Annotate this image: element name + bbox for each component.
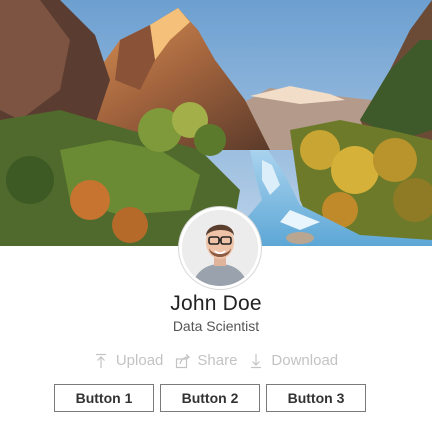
avatar	[179, 207, 261, 289]
share-icon	[175, 353, 191, 369]
button-row: Button 1 Button 2 Button 3	[54, 384, 378, 412]
upload-icon	[94, 353, 108, 369]
upload-label: Upload	[115, 352, 164, 369]
button-3[interactable]: Button 3	[266, 384, 366, 412]
share-label: Share	[197, 352, 238, 369]
download-action[interactable]: Download	[249, 352, 338, 369]
profile-name: John Doe	[170, 292, 262, 315]
action-bar: Upload Share Download	[0, 352, 432, 369]
share-action[interactable]: Share	[175, 352, 237, 369]
profile-card: John Doe Data Scientist Upload Share Dow…	[0, 0, 432, 440]
button-2[interactable]: Button 2	[160, 384, 260, 412]
download-icon	[249, 353, 263, 369]
button-1[interactable]: Button 1	[54, 384, 154, 412]
upload-action[interactable]: Upload	[94, 352, 164, 369]
profile-title: Data Scientist	[172, 318, 260, 334]
download-label: Download	[271, 352, 339, 369]
